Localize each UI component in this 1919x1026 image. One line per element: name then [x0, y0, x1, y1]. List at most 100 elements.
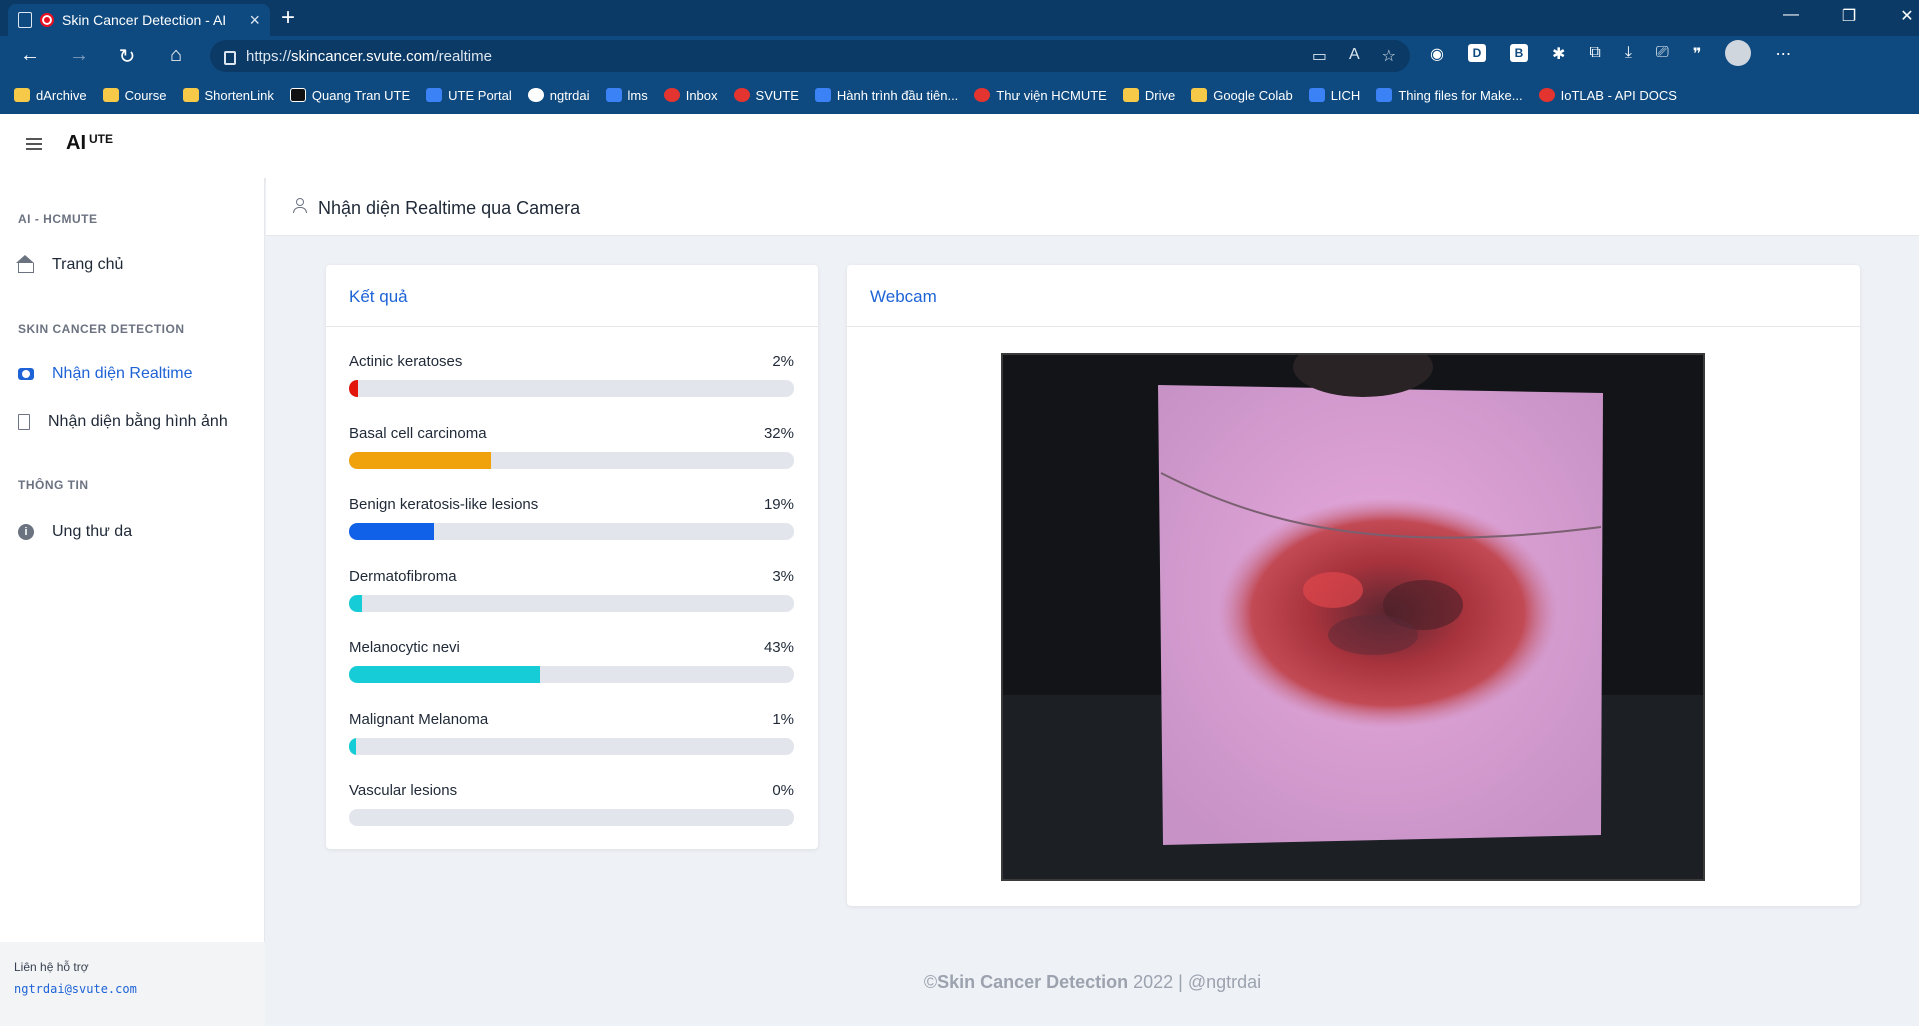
page-icon: [18, 12, 32, 28]
result-label: Basal cell carcinoma: [349, 424, 487, 442]
favorite-icon[interactable]: ☆: [1382, 46, 1396, 66]
window-controls: — ❐ ✕: [1762, 6, 1919, 26]
bookmark-label: Google Colab: [1213, 87, 1293, 103]
home-icon[interactable]: ⌂: [164, 44, 188, 67]
lock-icon[interactable]: [224, 51, 236, 65]
bookmark-item[interactable]: ShortenLink: [182, 88, 274, 103]
bookmark-item[interactable]: Quang Tran UTE: [289, 88, 410, 103]
tab-title: Skin Cancer Detection - AI: [62, 12, 227, 28]
lms-icon: [605, 88, 622, 102]
read-aloud-icon[interactable]: A: [1349, 46, 1360, 66]
brand-logo[interactable]: AI UTE: [66, 132, 113, 155]
bookmark-item[interactable]: IoTLAB - API DOCS: [1538, 88, 1677, 103]
bookmark-icon: [814, 88, 831, 102]
bookmark-item[interactable]: dArchive: [14, 88, 87, 103]
extensions-bar: ◉ D B ✱ ⧉ ⤓ ⎚ ❞ ⋯: [1430, 40, 1791, 66]
result-item: Dermatofibroma 3%: [349, 568, 794, 612]
bookmark-label: ngtrdai: [549, 87, 590, 103]
sidebar-item-label: Nhận diện bằng hình ảnh: [48, 413, 228, 430]
progress-track: [349, 380, 794, 397]
extension-b-icon[interactable]: B: [1509, 44, 1528, 62]
result-item: Benign keratosis-like lesions 19%: [349, 496, 794, 540]
tab-close-icon[interactable]: ×: [249, 10, 260, 31]
sidebar-item-home[interactable]: Trang chủ: [16, 255, 124, 274]
sidebar-section-ai-hcmute: AI - HCMUTE: [18, 212, 98, 226]
recording-icon: [40, 13, 54, 27]
github-icon: [527, 88, 544, 102]
result-percent: 2%: [772, 353, 794, 370]
sidebar: AI - HCMUTE Trang chủ SKIN CANCER DETECT…: [0, 178, 265, 1026]
gmail-icon: [663, 88, 680, 102]
bookmark-label: dArchive: [36, 87, 87, 103]
support-label: Liên hệ hỗ trợ: [14, 960, 89, 974]
progress-track: [349, 666, 794, 683]
file-image-icon: [18, 414, 30, 430]
sidebar-item-image[interactable]: Nhận diện bằng hình ảnh: [18, 413, 228, 431]
progress-fill: [349, 380, 358, 397]
address-bar[interactable]: https://skincancer.svute.com/realtime ▭ …: [210, 40, 1410, 72]
info-icon: i: [18, 524, 34, 540]
extensions-icon[interactable]: ✱: [1552, 44, 1565, 66]
progress-fill: [349, 594, 363, 612]
result-percent: 1%: [772, 710, 794, 728]
refresh-icon[interactable]: ↻: [115, 44, 139, 69]
result-item: Malignant Melanoma 1%: [349, 711, 794, 755]
collections-icon[interactable]: ⧉: [1589, 44, 1600, 66]
close-window-icon[interactable]: ✕: [1878, 6, 1919, 26]
sidebar-item-realtime[interactable]: Nhận diện Realtime: [18, 365, 193, 383]
bookmark-item[interactable]: Inbox: [663, 88, 718, 103]
sidebar-item-label: Ung thư da: [52, 523, 133, 540]
progress-fill: [349, 737, 356, 755]
forward-icon[interactable]: →: [67, 44, 91, 67]
browser-toolbar: ← → ↻ ⌂ https://skincancer.svute.com/rea…: [0, 36, 1919, 76]
bookmark-item[interactable]: Google Colab: [1191, 88, 1293, 103]
browser-tab[interactable]: Skin Cancer Detection - AI ×: [8, 4, 270, 36]
bookmark-label: lms: [627, 87, 648, 103]
quote-icon[interactable]: ❞: [1693, 44, 1702, 66]
bookmark-item[interactable]: LICH: [1308, 88, 1360, 103]
notion-icon: [289, 88, 306, 102]
bookmark-item[interactable]: Thư viện HCMUTE: [974, 88, 1107, 103]
profile-avatar[interactable]: [1725, 40, 1752, 66]
bookmark-label: SVUTE: [755, 87, 799, 103]
url-text[interactable]: https://skincancer.svute.com/realtime: [246, 48, 492, 65]
bookmark-item[interactable]: UTE Portal: [426, 88, 512, 103]
progress-fill: [349, 666, 541, 683]
address-bar-actions: ▭ A ☆: [1312, 46, 1396, 66]
sidebar-item-label: Nhận diện Realtime: [52, 365, 193, 382]
support-email-link[interactable]: ngtrdai@svute.com: [14, 982, 251, 996]
bookmark-item[interactable]: Drive: [1122, 88, 1175, 103]
drive-icon: [1122, 88, 1139, 102]
extension-mouse-icon[interactable]: ◉: [1430, 44, 1444, 66]
bookmark-item[interactable]: Hành trình đầu tiên...: [814, 87, 959, 103]
sidebar-item-skin-cancer-info[interactable]: i Ung thư da: [18, 523, 132, 541]
bookmark-item[interactable]: SVUTE: [733, 87, 799, 103]
bookmark-item[interactable]: Thing files for Make...: [1376, 87, 1523, 103]
downloads-icon[interactable]: ⤓: [1625, 44, 1632, 66]
screenshot-icon[interactable]: ⎚: [1656, 44, 1669, 66]
sidebar-section-skin-cancer: SKIN CANCER DETECTION: [18, 322, 185, 336]
hamburger-menu-icon[interactable]: [26, 138, 42, 150]
bookmark-label: Thing files for Make...: [1398, 87, 1523, 103]
restore-icon[interactable]: ❐: [1820, 6, 1878, 26]
camera-permission-icon[interactable]: ▭: [1312, 46, 1327, 66]
new-tab-icon[interactable]: +: [281, 4, 295, 32]
sidebar-item-label: Trang chủ: [52, 256, 124, 273]
minimize-icon[interactable]: —: [1762, 6, 1820, 26]
extension-d-icon[interactable]: D: [1467, 44, 1486, 62]
result-label: Melanocytic nevi: [349, 639, 460, 656]
bookmark-item[interactable]: lms: [605, 87, 648, 103]
calendar-icon: [1308, 88, 1325, 102]
progress-track: [349, 523, 794, 540]
bookmark-label: Hành trình đầu tiên...: [836, 87, 959, 103]
camera-icon: [18, 368, 34, 380]
bookmark-item[interactable]: ngtrdai: [527, 87, 590, 103]
bookmark-label: Course: [124, 87, 167, 103]
back-icon[interactable]: ←: [18, 44, 42, 67]
results-card: Kết quả Actinic keratoses 2% Basal cell ca…: [326, 265, 818, 849]
more-menu-icon[interactable]: ⋯: [1775, 44, 1791, 66]
webcam-image: [1003, 355, 1703, 879]
result-item: Basal cell carcinoma 32%: [349, 425, 794, 469]
bookmark-item[interactable]: Course: [102, 87, 167, 103]
results-card-title: Kết quả: [326, 265, 818, 327]
